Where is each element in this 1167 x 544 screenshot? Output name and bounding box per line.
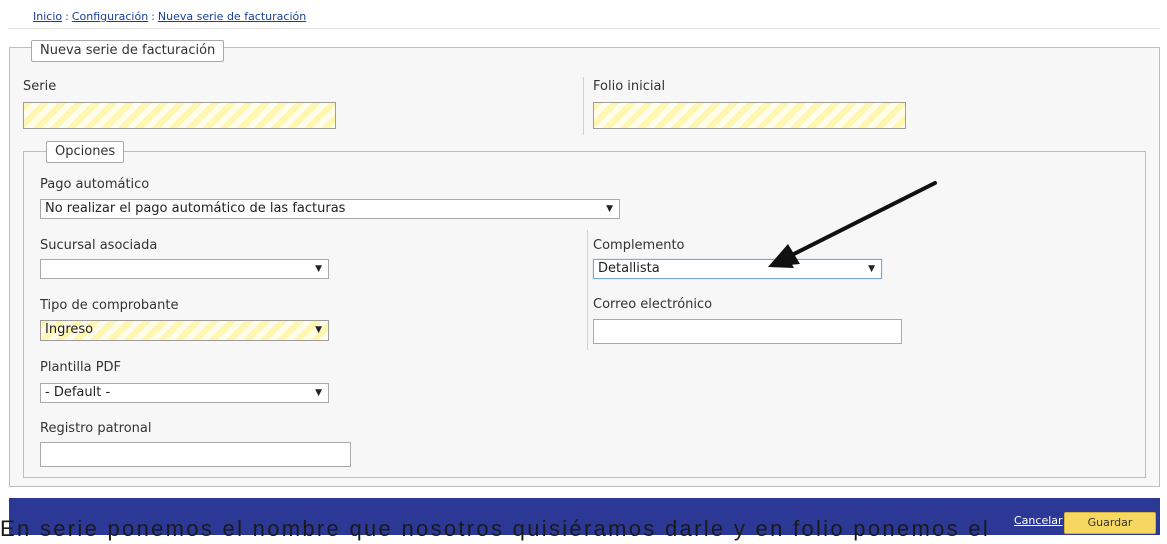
chevron-down-icon: ▼ <box>315 325 322 335</box>
annotation-arrow-icon <box>768 181 937 268</box>
form-title: Nueva serie de facturación <box>31 40 225 62</box>
breadcrumb-configuracion-link[interactable]: Configuración <box>72 10 148 23</box>
breadcrumb-separator: : <box>65 10 69 23</box>
breadcrumb-inicio-link[interactable]: Inicio <box>33 10 62 23</box>
options-title: Opciones <box>46 141 125 163</box>
plantilla-label: Plantilla PDF <box>40 360 122 375</box>
cancel-button[interactable]: Cancelar <box>1014 514 1063 527</box>
save-button[interactable]: Guardar <box>1064 512 1156 534</box>
registro-label: Registro patronal <box>40 421 152 436</box>
pago-automatico-select[interactable]: No realizar el pago automático de las fa… <box>40 199 620 219</box>
complemento-label: Complemento <box>593 238 685 253</box>
breadcrumb-current-link[interactable]: Nueva serie de facturación <box>158 10 306 23</box>
tipo-comprobante-label: Tipo de comprobante <box>40 298 179 313</box>
correo-input[interactable] <box>593 319 902 344</box>
pago-automatico-label: Pago automático <box>40 177 150 192</box>
column-divider <box>583 77 584 135</box>
breadcrumb-separator: : <box>151 10 155 23</box>
correo-label: Correo electrónico <box>593 297 713 312</box>
options-column-divider <box>587 230 588 350</box>
plantilla-select[interactable]: - Default - ▼ <box>40 383 329 403</box>
chevron-down-icon: ▼ <box>315 264 322 274</box>
chevron-down-icon: ▼ <box>606 204 613 214</box>
serie-input[interactable] <box>23 102 336 129</box>
tipo-comprobante-select[interactable]: Ingreso ▼ <box>40 320 329 341</box>
caption-text: En serie ponemos el nombre que nosotros … <box>0 516 991 541</box>
sucursal-label: Sucursal asociada <box>40 238 158 253</box>
folio-label: Folio inicial <box>593 79 666 94</box>
breadcrumb-divider <box>8 28 1160 29</box>
folio-input[interactable] <box>593 102 906 129</box>
sucursal-select[interactable]: ▼ <box>40 259 329 279</box>
chevron-down-icon: ▼ <box>315 388 322 398</box>
breadcrumb: Inicio: Configuración: Nueva serie de fact… <box>33 10 306 23</box>
serie-label: Serie <box>23 79 57 94</box>
registro-input[interactable] <box>40 442 351 467</box>
